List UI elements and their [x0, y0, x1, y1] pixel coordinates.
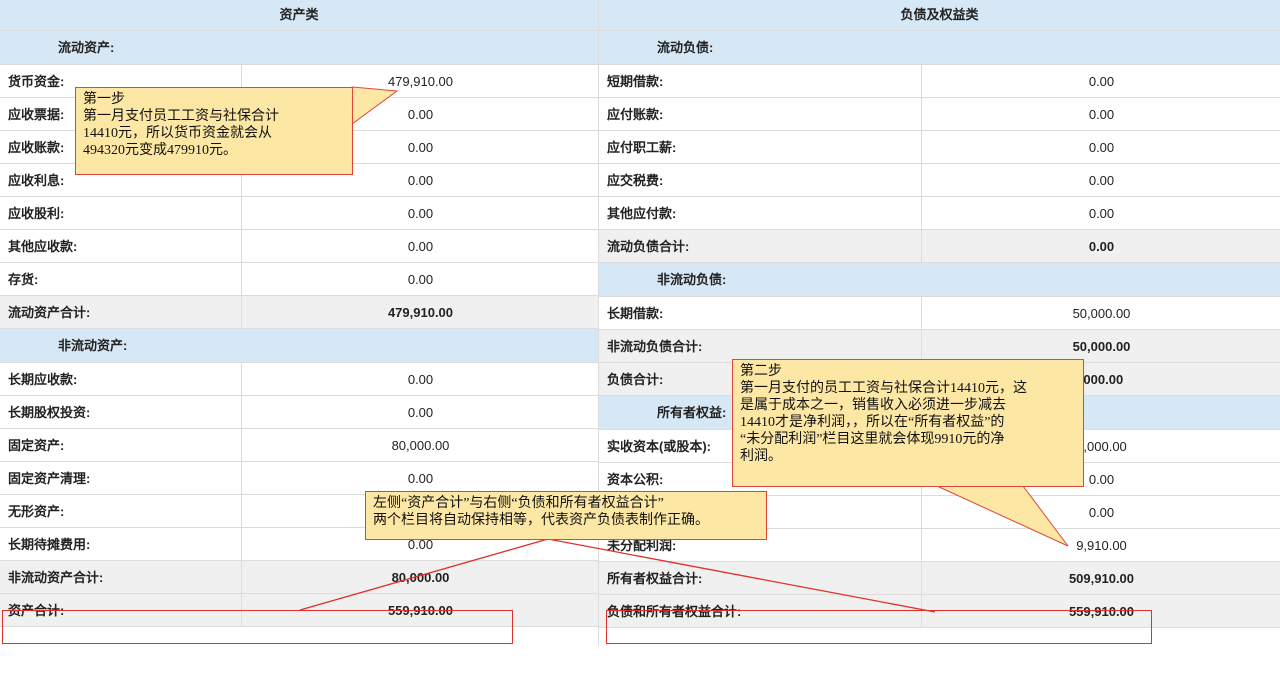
section-label: 非流动负债:	[657, 272, 727, 287]
row-value: 80,000.00	[241, 429, 599, 462]
row-value: 0.00	[921, 197, 1280, 230]
section-label: 流动负债:	[657, 40, 714, 55]
table-row: 固定资产: 80,000.00	[0, 429, 598, 462]
row-value: 0.00	[921, 65, 1280, 98]
table-row: 应收股利: 0.00	[0, 197, 598, 230]
section-label: 非流动资产:	[58, 338, 128, 353]
row-label: 应交税费:	[607, 173, 664, 188]
row-label: 固定资产清理:	[8, 471, 91, 486]
row-value: 50,000.00	[921, 297, 1280, 330]
row-value: 0.00	[241, 230, 599, 263]
row-label: 非流动资产合计:	[8, 570, 104, 585]
row-value: 479,910.00	[241, 296, 599, 329]
row-label: 负债合计:	[607, 372, 664, 387]
liabilities-header: 负债及权益类	[599, 0, 1280, 31]
row-label: 其他应付款:	[607, 206, 677, 221]
row-value: 80,000.00	[241, 561, 599, 594]
row-label: 流动资产合计:	[8, 305, 91, 320]
row-label: 存货:	[8, 272, 39, 287]
row-value: 0.00	[921, 496, 1280, 529]
table-row: 存货: 0.00	[0, 263, 598, 296]
row-label: 应付职工薪:	[607, 140, 677, 155]
row-label: 长期借款:	[607, 306, 664, 321]
table-row: 其他应付款: 0.00	[599, 197, 1280, 230]
row-label: 实收资本(或股本):	[607, 439, 711, 454]
row-label: 应付账款:	[607, 107, 664, 122]
table-row: 应付账款: 0.00	[599, 98, 1280, 131]
row-label: 无形资产:	[8, 504, 65, 519]
row-label: 长期股权投资:	[8, 405, 91, 420]
row-value: 0.00	[241, 197, 599, 230]
row-value: 0.00	[921, 131, 1280, 164]
row-label: 短期借款:	[607, 74, 664, 89]
liabilities-equity-total-highlight	[606, 610, 1152, 644]
table-row: 长期股权投资: 0.00	[0, 396, 598, 429]
table-row: 长期借款: 50,000.00	[599, 297, 1280, 330]
equity-total-row: 所有者权益合计: 509,910.00	[599, 562, 1280, 595]
row-label: 固定资产:	[8, 438, 65, 453]
row-label: 应收股利:	[8, 206, 65, 221]
table-row: 长期应收款: 0.00	[0, 363, 598, 396]
table-row: 短期借款: 0.00	[599, 65, 1280, 98]
assets-header: 资产类	[0, 0, 598, 31]
row-value: 0.00	[241, 363, 599, 396]
row-value: 509,910.00	[921, 562, 1280, 595]
noncurrent-assets-section: 非流动资产:	[0, 329, 598, 363]
row-label: 所有者权益合计:	[607, 571, 703, 586]
row-label: 长期应收款:	[8, 372, 78, 387]
row-label: 应收账款:	[8, 140, 65, 155]
table-row: 应交税费: 0.00	[599, 164, 1280, 197]
table-row: 应付职工薪: 0.00	[599, 131, 1280, 164]
row-value: 0.00	[241, 263, 599, 296]
row-value: 0.00	[921, 164, 1280, 197]
table-row: 其他应收款: 0.00	[0, 230, 598, 263]
noncurrent-assets-total-row: 非流动资产合计: 80,000.00	[0, 561, 598, 594]
row-label: 货币资金:	[8, 74, 65, 89]
row-label: 应收利息:	[8, 173, 65, 188]
current-liabilities-total-row: 流动负债合计: 0.00	[599, 230, 1280, 263]
noncurrent-liabilities-section: 非流动负债:	[599, 263, 1280, 297]
current-assets-total-row: 流动资产合计: 479,910.00	[0, 296, 598, 329]
row-value: 0.00	[241, 396, 599, 429]
row-label: 长期待摊费用:	[8, 537, 91, 552]
section-label: 流动资产:	[58, 40, 115, 55]
row-value: 9,910.00	[921, 529, 1280, 562]
row-label: 其他应收款:	[8, 239, 78, 254]
row-label: 非流动负债合计:	[607, 339, 703, 354]
row-value: 0.00	[921, 98, 1280, 131]
assets-total-highlight	[2, 610, 513, 644]
step1-note: 第一步 第一月支付员工工资与社保合计 14410元，所以货币资金就会从 4943…	[75, 87, 353, 175]
current-liabilities-section: 流动负债:	[599, 31, 1280, 65]
row-label: 应收票据:	[8, 107, 65, 122]
balance-note: 左侧“资产合计”与右侧“负债和所有者权益合计” 两个栏目将自动保持相等，代表资产…	[365, 491, 767, 540]
section-label: 所有者权益:	[657, 405, 727, 420]
current-assets-section: 流动资产:	[0, 31, 598, 65]
row-value: 0.00	[921, 230, 1280, 263]
step2-note: 第二步 第一月支付的员工工资与社保合计14410元，这 是属于成本之一，销售收入…	[732, 359, 1084, 487]
row-label: 流动负债合计:	[607, 239, 690, 254]
